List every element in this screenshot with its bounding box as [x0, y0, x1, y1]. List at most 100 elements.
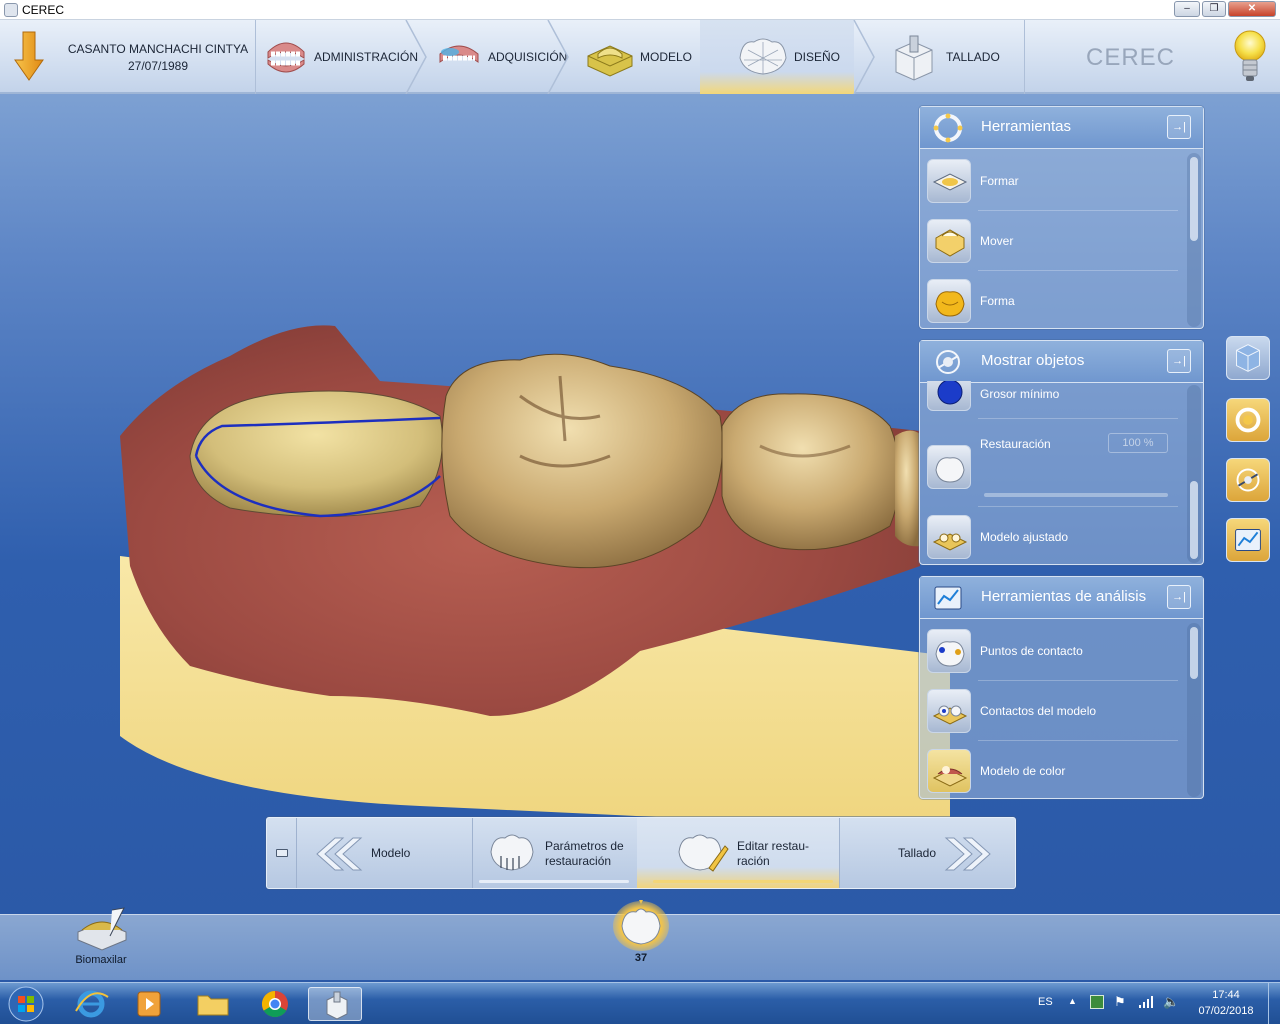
tool-item-forma[interactable]: Forma	[924, 271, 1182, 331]
biomaxilar-icon	[77, 907, 127, 951]
language-indicator[interactable]: ES	[1038, 996, 1053, 1008]
start-button-icon[interactable]	[6, 985, 46, 1023]
clock-time[interactable]: 17:44	[1196, 989, 1256, 1001]
workflow-step-editar-restauracion[interactable]: Editar restau- ración	[637, 818, 839, 888]
tools-scrollbar[interactable]	[1187, 153, 1201, 327]
patient-info[interactable]: CASANTO MANCHACHI CINTYA 27/07/1989	[0, 20, 256, 94]
taskbar-file-explorer[interactable]	[186, 987, 240, 1021]
move-tool-icon	[927, 219, 971, 263]
tools-panel: Herramientas →| Formar Mover Forma	[919, 106, 1204, 329]
action-center-flag-icon[interactable]: ⚑	[1114, 994, 1126, 1010]
workflow-back-label: Modelo	[371, 846, 411, 860]
taskbar-cerec[interactable]	[308, 987, 362, 1021]
analysis-chart-icon	[934, 586, 962, 610]
object-label: Restauración	[980, 437, 1051, 451]
patient-dob: 27/07/1989	[127, 59, 189, 73]
workflow-step-parametros[interactable]: Parámetros de restauración	[473, 818, 637, 888]
step-progress-underline	[653, 880, 833, 883]
analysis-tools-panel-header[interactable]: Herramientas de análisis →|	[920, 577, 1203, 619]
workflow-back-modelo[interactable]: Modelo	[297, 818, 473, 888]
tools-panel-header[interactable]: Herramientas →|	[920, 107, 1203, 149]
minimize-button[interactable]: –	[1174, 1, 1200, 17]
network-signal-icon[interactable]	[1138, 995, 1154, 1009]
tray-expand-icon[interactable]: ▲	[1068, 996, 1077, 1006]
nav-separator-chevron-icon	[405, 20, 427, 94]
nav-step-label: TALLADO	[946, 50, 1000, 64]
restoration-opacity-slider[interactable]	[984, 493, 1168, 497]
taskbar-internet-explorer[interactable]	[64, 987, 118, 1021]
design-workflow-bar: Modelo Parámetros de restauración Editar…	[266, 817, 1016, 889]
analysis-item-modelo-de-color[interactable]: Modelo de color	[924, 741, 1182, 801]
panel-title: Herramientas	[981, 118, 1072, 135]
tray-app-icon[interactable]	[1090, 995, 1104, 1009]
restoration-opacity-value: 100 %	[1108, 433, 1168, 453]
analysis-scrollbar[interactable]	[1187, 623, 1201, 797]
volume-icon[interactable]: 🔈	[1163, 994, 1179, 1010]
model-base-icon	[587, 45, 633, 77]
biomaxilar-button[interactable]: Biomaxilar	[68, 906, 134, 976]
analysis-item-contactos-del-modelo[interactable]: Contactos del modelo	[924, 681, 1182, 741]
workflow-next-tallado[interactable]: Tallado	[840, 818, 1015, 888]
windows-taskbar: ES ▲ ⚑ 🔈 17:44 07/02/2018	[0, 982, 1280, 1024]
object-item-grosor-minimo[interactable]: Grosor mínimo	[924, 381, 1182, 419]
nav-step-administracion[interactable]: ADMINISTRACIÓN	[258, 20, 418, 94]
nav-step-adquisicion[interactable]: ADQUISICIÓN	[430, 20, 567, 94]
show-objects-icon	[936, 350, 960, 374]
premolar-tooth	[721, 393, 901, 551]
distal-tooth	[895, 430, 920, 547]
object-label: Grosor mínimo	[980, 387, 1060, 401]
nav-step-diseno[interactable]: DISEÑO	[700, 20, 854, 94]
workflow-next-label: Tallado	[898, 846, 937, 860]
tooth-37-selector[interactable]: 37	[610, 896, 672, 968]
clock-date[interactable]: 07/02/2018	[1196, 1005, 1256, 1017]
color-model-icon	[927, 749, 971, 793]
window-title: CEREC	[22, 3, 65, 17]
show-objects-panel-header[interactable]: Mostrar objetos →|	[920, 341, 1203, 383]
panel-pin-button[interactable]: →|	[1167, 585, 1191, 609]
analysis-tools-panel: Herramientas de análisis →| Puntos de co…	[919, 576, 1204, 799]
lightbulb-icon[interactable]	[1232, 28, 1268, 86]
cerec-logo: CEREC	[1086, 44, 1176, 71]
tool-item-formar[interactable]: Formar	[924, 151, 1182, 211]
view-cube-button[interactable]	[1226, 336, 1270, 380]
object-item-restauracion[interactable]: Restauración 100 %	[924, 427, 1182, 507]
nav-step-label: MODELO	[640, 50, 693, 64]
step-progress-underline	[479, 880, 629, 883]
show-objects-toggle[interactable]	[1226, 458, 1270, 502]
cerec-taskbar-icon	[326, 991, 348, 1020]
tool-label: Mover	[980, 234, 1014, 248]
dentures-icon	[267, 42, 305, 73]
maximize-button[interactable]: ❐	[1202, 1, 1226, 17]
workflow-step-label-line2: restauración	[545, 854, 612, 868]
min-thickness-icon	[927, 381, 971, 411]
window-title-bar: CEREC – ❐ ✕	[0, 0, 1280, 20]
panel-pin-button[interactable]: →|	[1167, 115, 1191, 139]
tools-ring-icon	[933, 113, 963, 143]
edit-crown-icon	[678, 834, 729, 872]
workflow-step-label-line1: Editar restau-	[737, 839, 810, 853]
double-chevron-right-icon	[944, 837, 991, 871]
close-button[interactable]: ✕	[1228, 1, 1276, 17]
nav-step-label: ADMINISTRACIÓN	[314, 50, 419, 64]
nav-separator-chevron-icon	[853, 20, 875, 94]
panel-title: Herramientas de análisis	[981, 588, 1147, 605]
show-desktop-button[interactable]	[1268, 983, 1280, 1024]
tool-item-mover[interactable]: Mover	[924, 211, 1182, 271]
analysis-tools-toggle[interactable]	[1226, 518, 1270, 562]
design-crown-icon	[739, 38, 787, 75]
tools-panel-toggle[interactable]	[1226, 398, 1270, 442]
nav-step-tallado[interactable]: TALLADO	[878, 20, 1024, 94]
analysis-label: Contactos del modelo	[980, 704, 1097, 718]
taskbar-media-player[interactable]	[122, 987, 176, 1021]
panel-pin-button[interactable]: →|	[1167, 349, 1191, 373]
objects-scrollbar[interactable]	[1187, 385, 1201, 563]
taskbar-chrome[interactable]	[248, 987, 302, 1021]
chrome-icon	[261, 990, 288, 1018]
nav-step-modelo[interactable]: MODELO	[570, 20, 700, 94]
workflow-collapse-toggle[interactable]	[267, 818, 297, 888]
tool-label: Formar	[980, 174, 1019, 188]
analysis-item-puntos-de-contacto[interactable]: Puntos de contacto	[924, 621, 1182, 681]
restoration-icon	[927, 445, 971, 489]
workflow-step-label-line2: ración	[737, 854, 770, 868]
object-item-modelo-ajustado[interactable]: Modelo ajustado	[924, 507, 1182, 567]
